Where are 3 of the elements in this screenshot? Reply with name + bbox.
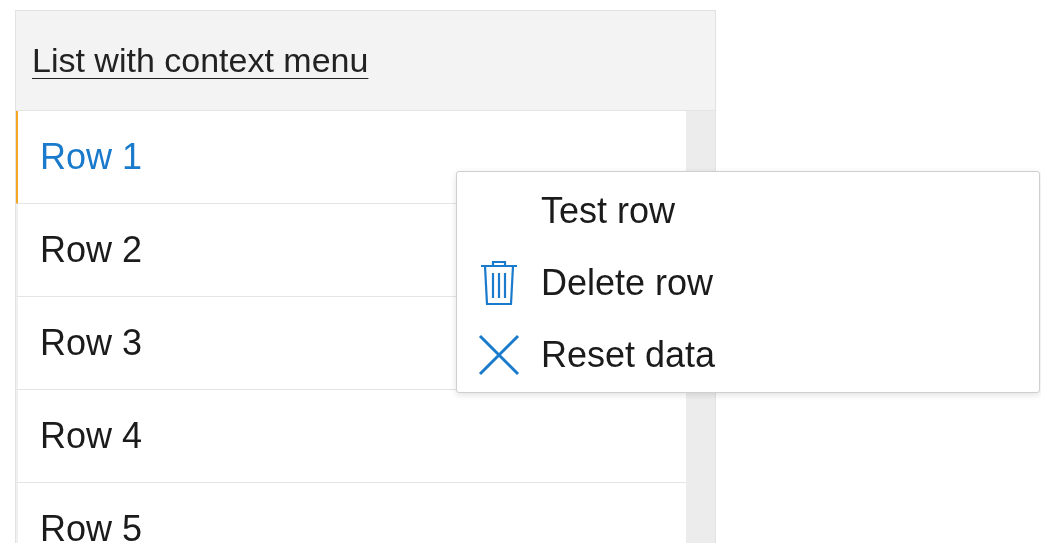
list-title: List with context menu <box>32 41 369 80</box>
trash-icon <box>479 260 519 306</box>
close-icon <box>478 334 520 376</box>
